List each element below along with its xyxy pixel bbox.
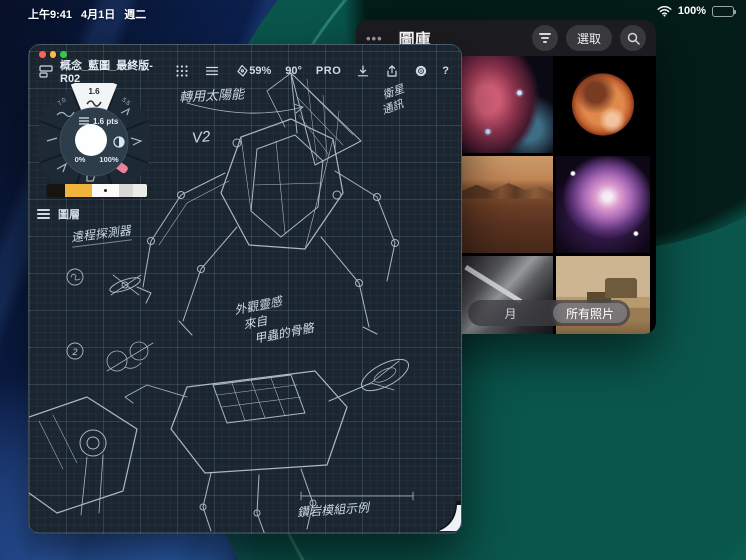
opacity-max: 100% [99,155,119,164]
concepts-window: 概念_藍圖_最終版-R02 [28,44,462,534]
color-swatch-bar[interactable] [47,184,147,197]
swatch-white-selected[interactable] [92,184,119,197]
tab-all-photos[interactable]: 所有照片 [553,303,627,323]
import-icon[interactable] [355,64,370,79]
wifi-icon [657,5,672,17]
layers-icon[interactable] [204,64,219,79]
grid-precision-icon[interactable] [174,64,189,79]
selected-swatch-dot [104,189,107,192]
weekday: 週二 [124,6,146,22]
rotation-value[interactable]: 90° [285,65,302,77]
photo-thumbnail[interactable] [556,156,650,253]
search-icon [627,32,640,45]
page-curl[interactable] [425,497,461,533]
search-button[interactable] [620,25,646,51]
battery-percent: 100% [678,5,706,17]
layers-label: 圖層 [58,206,80,222]
select-button[interactable]: 選取 [566,25,612,51]
concepts-toolbar: 概念_藍圖_最終版-R02 [39,60,453,82]
minimize-icon[interactable] [50,51,57,58]
swatch-yellow[interactable] [65,184,92,197]
photos-view-tabbar: 月 所有照片 [468,300,630,326]
fullscreen-icon[interactable] [60,51,67,58]
help-button[interactable]: ? [442,65,449,77]
swatch-black[interactable] [47,184,65,197]
hamburger-icon [37,209,50,219]
swatch-offwhite[interactable] [133,184,147,197]
filter-icon [539,33,551,43]
filter-button[interactable] [532,25,558,51]
date: 4月1日 [81,6,115,22]
settings-gear-icon[interactable] [413,64,428,79]
close-icon[interactable] [39,51,46,58]
photo-thumbnail[interactable] [460,56,553,153]
gallery-icon[interactable] [39,64,53,79]
annotation-version: V2 [191,128,211,147]
zoom-level[interactable]: 59% [249,65,271,77]
export-share-icon[interactable] [384,64,399,79]
layers-button[interactable]: 圖層 [37,206,80,222]
opacity-min: 0% [75,155,86,164]
window-controls[interactable] [39,51,67,58]
clock: 上午9:41 [28,6,72,22]
desktop: ••• 圖庫 選取 月 所有照片 [0,0,746,560]
tab-month[interactable]: 月 [468,305,553,322]
stroke-size-value: 1.6 pts [93,117,119,126]
active-brush-size: 1.6 [88,87,100,96]
swatch-lightgray[interactable] [119,184,133,197]
pro-button[interactable]: PRO [316,65,341,77]
document-title[interactable]: 概念_藍圖_最終版-R02 [60,57,154,85]
pen-settings-icon[interactable] [234,64,249,79]
annotation-solar: 轉用太陽能 [179,83,245,105]
status-bar: 上午9:41 4月1日 週二 100% [0,0,746,24]
photo-thumbnail[interactable] [556,56,650,153]
battery-icon [712,6,734,17]
brush-preview-dot[interactable] [75,124,107,156]
photo-thumbnail[interactable] [460,156,553,253]
sketch-marker-2: 2 [71,347,77,357]
